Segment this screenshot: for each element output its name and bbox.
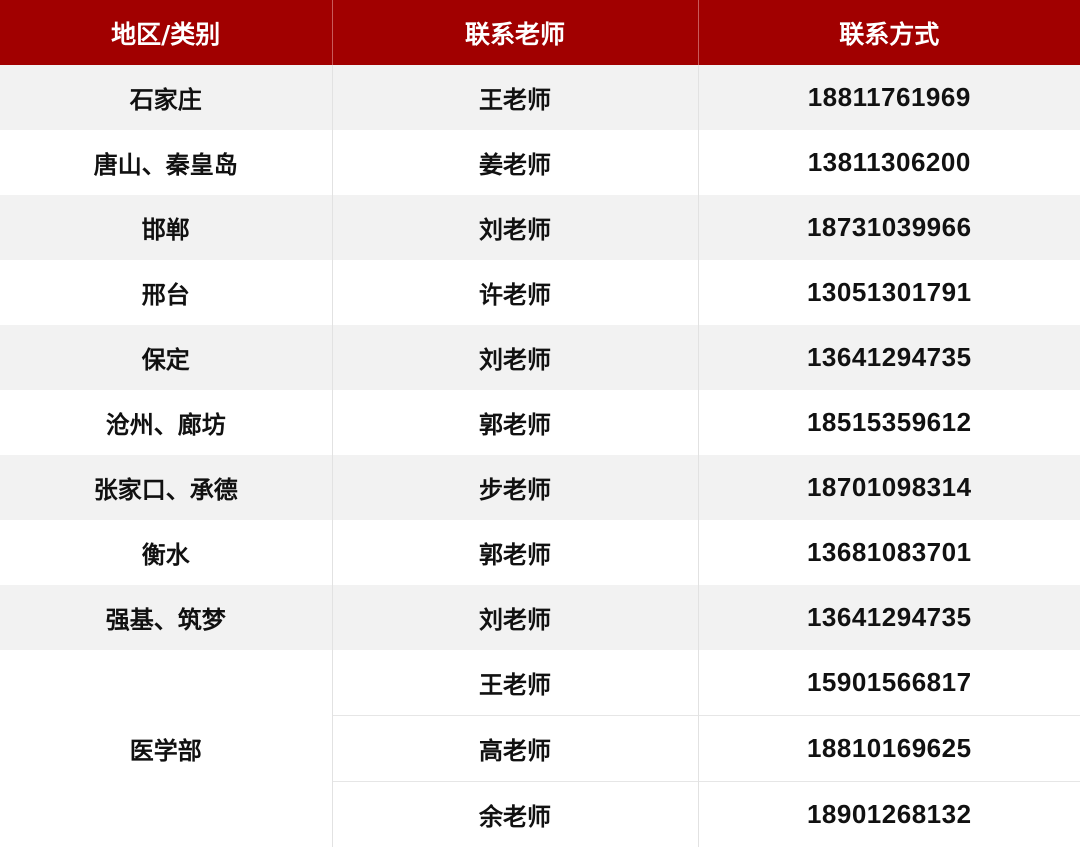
phone-cell: 18731039966 [697, 195, 1080, 260]
region-cell: 沧州、廊坊 [0, 390, 332, 455]
table-row: 衡水 郭老师 13681083701 [0, 520, 1080, 585]
table-row: 医学部 王老师 15901566817 [0, 650, 1080, 847]
region-cell: 邢台 [0, 260, 332, 325]
phone-cell: 18515359612 [697, 390, 1080, 455]
teacher-cell: 王老师 [331, 65, 698, 130]
phone-cell: 13641294735 [697, 585, 1080, 650]
region-cell: 邯郸 [0, 195, 332, 260]
table-row: 邯郸 刘老师 18731039966 [0, 195, 1080, 260]
table-row: 沧州、廊坊 郭老师 18515359612 [0, 390, 1080, 455]
table-row: 唐山、秦皇岛 姜老师 13811306200 [0, 130, 1080, 195]
phone-cell: 15901566817 [697, 650, 1080, 716]
header-region: 地区/类别 [0, 0, 332, 65]
region-cell: 唐山、秦皇岛 [0, 130, 332, 195]
teacher-cell: 王老师 [331, 650, 698, 716]
medical-region-cell: 医学部 [0, 650, 332, 847]
teacher-cell: 郭老师 [331, 520, 698, 585]
table-row: 强基、筑梦 刘老师 13641294735 [0, 585, 1080, 650]
region-cell: 石家庄 [0, 65, 332, 130]
region-cell: 保定 [0, 325, 332, 390]
phone-cell: 18701098314 [697, 455, 1080, 520]
phone-cell: 13051301791 [697, 260, 1080, 325]
teacher-cell: 刘老师 [331, 585, 698, 650]
contact-table: 地区/类别 联系老师 联系方式 石家庄 王老师 18811761969 唐山、秦… [0, 0, 1080, 847]
header-contact: 联系方式 [697, 0, 1080, 65]
region-cell: 张家口、承德 [0, 455, 332, 520]
phone-cell: 13811306200 [697, 130, 1080, 195]
phone-cell: 13681083701 [697, 520, 1080, 585]
header-teacher: 联系老师 [331, 0, 698, 65]
header-row: 地区/类别 联系老师 联系方式 [0, 0, 1080, 65]
teacher-cell: 姜老师 [331, 130, 698, 195]
phone-cell: 18811761969 [697, 65, 1080, 130]
table-row: 保定 刘老师 13641294735 [0, 325, 1080, 390]
teacher-cell: 刘老师 [331, 325, 698, 390]
phone-cell: 18810169625 [697, 715, 1080, 782]
teacher-cell: 步老师 [331, 455, 698, 520]
region-cell: 衡水 [0, 520, 332, 585]
table-row: 邢台 许老师 13051301791 [0, 260, 1080, 325]
table-row: 石家庄 王老师 18811761969 [0, 65, 1080, 130]
table-row: 张家口、承德 步老师 18701098314 [0, 455, 1080, 520]
teacher-cell: 余老师 [331, 781, 698, 847]
teacher-cell: 高老师 [331, 715, 698, 782]
teacher-cell: 刘老师 [331, 195, 698, 260]
teacher-cell: 郭老师 [331, 390, 698, 455]
phone-cell: 18901268132 [697, 781, 1080, 847]
teacher-cell: 许老师 [331, 260, 698, 325]
phone-cell: 13641294735 [697, 325, 1080, 390]
region-cell: 强基、筑梦 [0, 585, 332, 650]
